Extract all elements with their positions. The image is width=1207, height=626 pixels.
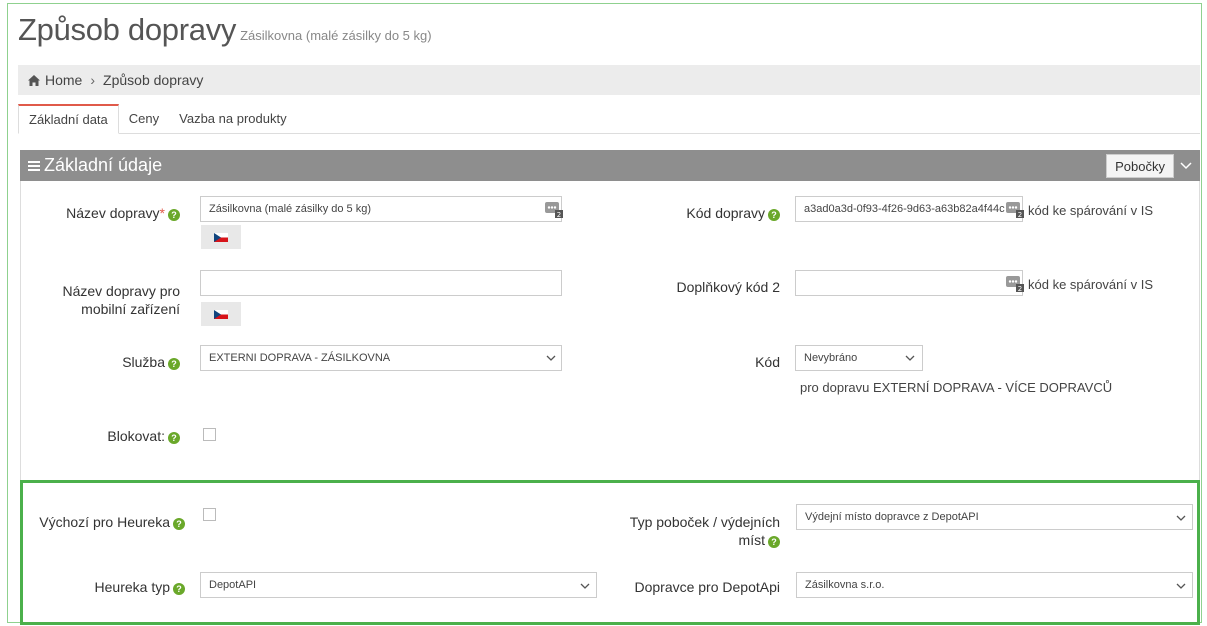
tab-prices[interactable]: Ceny <box>119 104 169 133</box>
list-icon <box>28 160 40 171</box>
dots-icon[interactable]: 2 <box>1006 274 1024 292</box>
code-label-text: Kód dopravy <box>686 205 765 221</box>
breadcrumb-home-link[interactable]: Home <box>45 72 82 88</box>
chevron-down-icon <box>905 355 915 361</box>
service-select[interactable]: EXTERNI DOPRAVA - ZÁSILKOVNA <box>200 345 562 371</box>
name-input[interactable]: Zásilkovna (malé zásilky do 5 kg) <box>200 196 562 222</box>
depot-carrier-label: Dopravce pro DepotApi <box>634 579 780 595</box>
kod-select[interactable]: Nevybráno <box>795 345 923 371</box>
heureka-section <box>20 480 1200 625</box>
extra-code-hint: kód ke spárování v IS <box>1028 277 1154 292</box>
heureka-default-label: Výchozí pro Heureka? <box>20 514 185 530</box>
branch-type-label-line2: míst? <box>600 531 780 549</box>
code-hint: kód ke spárování v IS <box>1028 203 1154 218</box>
block-label-text: Blokovat: <box>107 428 165 444</box>
panel-body <box>20 181 1200 481</box>
branch-type-label-line1: Typ poboček / výdejních <box>629 514 780 530</box>
help-icon[interactable]: ? <box>768 209 780 221</box>
mobile-name-input[interactable] <box>200 270 562 296</box>
help-icon[interactable]: ? <box>168 432 180 444</box>
help-icon[interactable]: ? <box>173 518 185 530</box>
page-title-text: Způsob dopravy <box>18 12 237 47</box>
page-title: Způsob dopravy Zásilkovna (malé zásilky d… <box>18 12 432 48</box>
breadcrumb-current: Způsob dopravy <box>103 72 204 88</box>
mobile-name-label: Název dopravy pro mobilní zařízení <box>40 282 180 318</box>
kod-note: pro dopravu EXTERNÍ DOPRAVA - VÍCE DOPRA… <box>800 380 1113 395</box>
collapse-chevron-icon[interactable] <box>1180 159 1192 171</box>
page-subtitle: Zásilkovna (malé zásilky do 5 kg) <box>240 28 432 43</box>
block-checkbox[interactable] <box>203 428 216 441</box>
required-marker: * <box>159 205 165 221</box>
name-label: Název dopravy*? <box>60 205 180 221</box>
help-icon[interactable]: ? <box>173 583 185 595</box>
branch-type-label: Typ poboček / výdejních míst? <box>600 513 780 549</box>
help-icon[interactable]: ? <box>168 358 180 370</box>
heureka-type-label: Heureka typ? <box>60 579 185 595</box>
chevron-down-icon <box>1176 583 1186 589</box>
chevron-down-icon <box>1176 515 1186 521</box>
extra-code-label: Doplňkový kód 2 <box>676 279 780 295</box>
panel-header: Základní údaje Pobočky <box>20 150 1200 181</box>
depot-carrier-select[interactable]: Zásilkovna s.r.o. <box>796 572 1193 598</box>
heureka-default-label-text: Výchozí pro Heureka <box>39 514 170 530</box>
block-label: Blokovat:? <box>60 428 180 444</box>
svg-text:2: 2 <box>557 211 561 218</box>
dots-icon[interactable]: 2 <box>1006 200 1024 218</box>
svg-text:2: 2 <box>1018 285 1022 292</box>
name-label-text: Název dopravy <box>66 205 160 221</box>
extra-code-input[interactable] <box>795 270 1023 296</box>
help-icon[interactable]: ? <box>768 536 780 548</box>
code-label: Kód dopravy? <box>640 205 780 221</box>
flag-cz-icon <box>214 232 228 242</box>
flag-cz-icon <box>214 309 228 319</box>
breadcrumb-separator: › <box>90 72 96 88</box>
mobile-name-label-line1: Název dopravy pro <box>62 283 180 299</box>
heureka-type-label-text: Heureka typ <box>94 579 170 595</box>
chevron-down-icon <box>546 355 556 361</box>
heureka-default-checkbox[interactable] <box>203 508 216 521</box>
tab-product-binding[interactable]: Vazba na produkty <box>169 104 296 133</box>
language-flag-button[interactable] <box>201 302 241 326</box>
dots-icon[interactable]: 2 <box>545 200 563 218</box>
chevron-down-icon <box>580 583 590 589</box>
home-icon <box>28 74 40 86</box>
mobile-name-label-line2: mobilní zařízení <box>81 301 180 317</box>
language-flag-button[interactable] <box>201 225 241 249</box>
kod-label: Kód <box>755 354 780 370</box>
svg-text:2: 2 <box>1018 211 1022 218</box>
tab-basic-data[interactable]: Základní data <box>18 104 119 134</box>
help-icon[interactable]: ? <box>168 209 180 221</box>
panel-title: Základní údaje <box>44 155 163 175</box>
branches-button[interactable]: Pobočky <box>1106 154 1174 178</box>
branch-type-select[interactable]: Výdejní místo dopravce z DepotAPI <box>796 504 1193 530</box>
service-label: Služba? <box>60 354 180 370</box>
tab-bar: Základní data Ceny Vazba na produkty <box>18 104 1200 134</box>
code-input[interactable]: a3ad0a3d-0f93-4f26-9d63-a63b82a4f44c <box>795 196 1023 222</box>
heureka-type-select[interactable]: DepotAPI <box>200 572 597 598</box>
breadcrumb: Home › Způsob dopravy <box>18 65 1200 95</box>
service-label-text: Služba <box>122 354 165 370</box>
